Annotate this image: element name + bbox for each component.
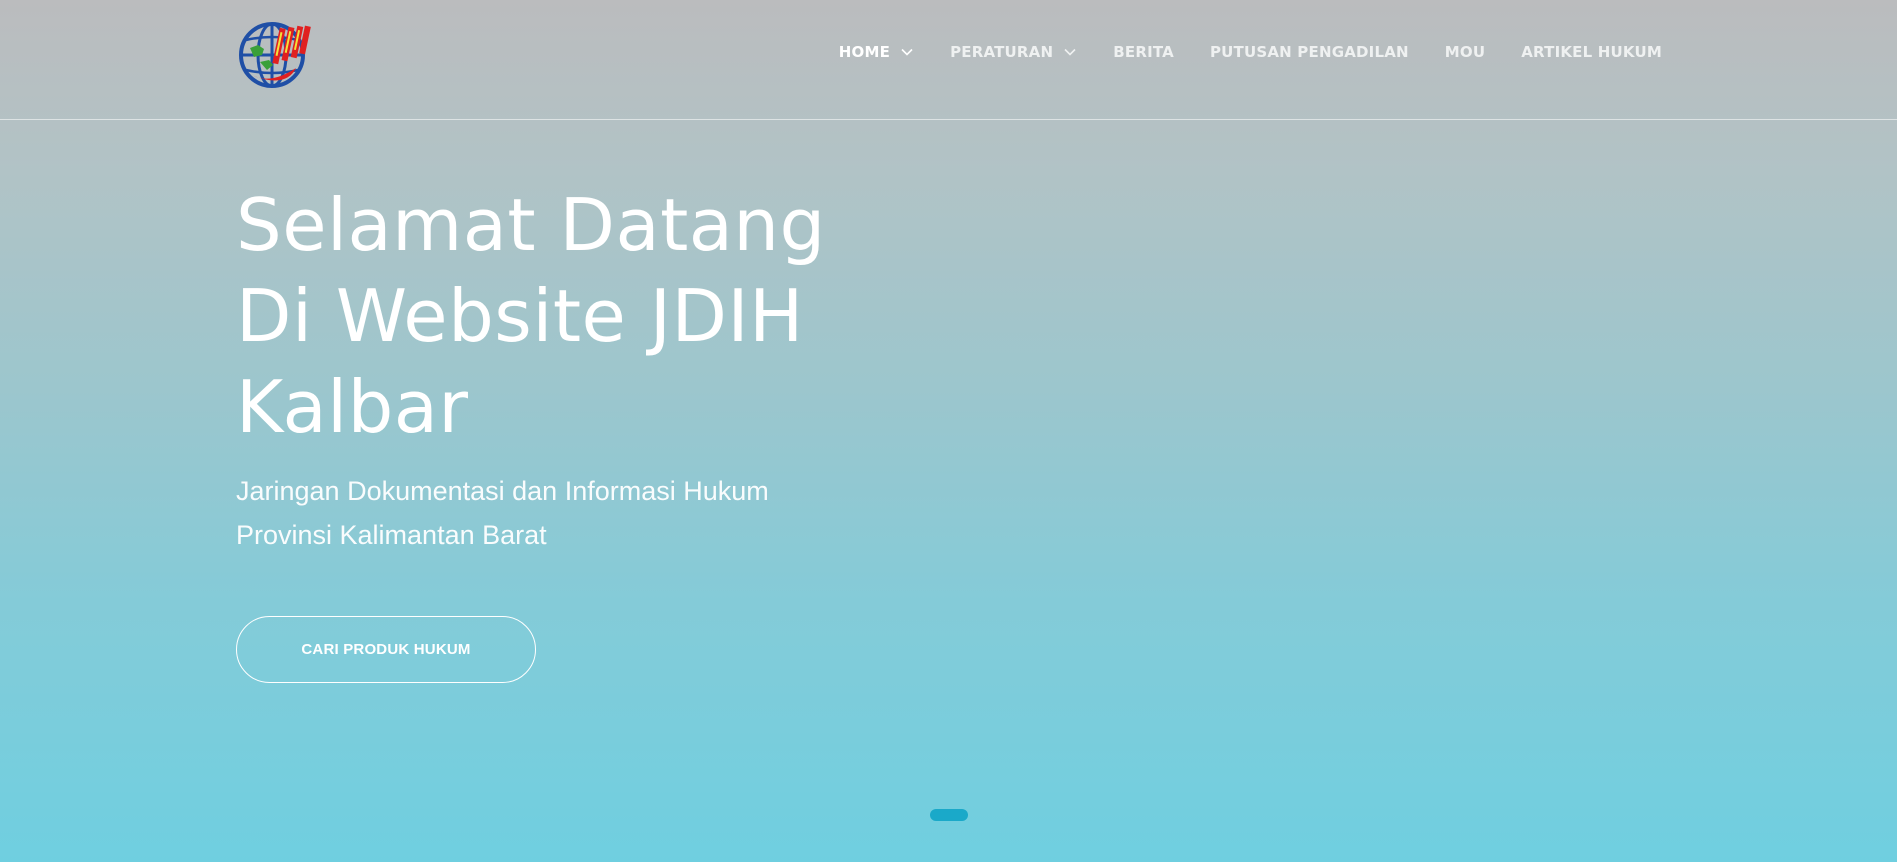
- hero-subtitle-line: Provinsi Kalimantan Barat: [236, 520, 547, 550]
- nav-peraturan-label: PERATURAN: [950, 43, 1054, 61]
- search-legal-products-button[interactable]: CARI PRODUK HUKUM: [236, 616, 536, 683]
- nav-mou-label: MOU: [1444, 43, 1486, 61]
- top-navbar: HOME PERATURAN BERITA PUTUSAN PENGADILAN…: [0, 0, 1897, 120]
- chevron-down-icon: [901, 48, 913, 56]
- main-nav: HOME PERATURAN BERITA PUTUSAN PENGADILAN…: [803, 38, 1662, 66]
- nav-home-label: HOME: [838, 43, 891, 61]
- nav-berita[interactable]: BERITA: [1113, 38, 1174, 66]
- nav-artikel-hukum-label: ARTIKEL HUKUM: [1521, 43, 1662, 61]
- nav-mou[interactable]: MOU: [1445, 38, 1485, 66]
- carousel-dot-active[interactable]: [930, 809, 968, 821]
- chevron-down-icon: [1064, 48, 1076, 56]
- carousel-indicators: [930, 809, 968, 821]
- hero-subtitle: Jaringan Dokumentasi dan Informasi Hukum…: [236, 469, 936, 557]
- hero-section: Selamat Datang Di Website JDIH Kalbar Ja…: [236, 180, 936, 557]
- hero-title-line: Selamat Datang: [236, 183, 826, 267]
- nav-putusan-pengadilan-label: PUTUSAN PENGADILAN: [1209, 43, 1409, 61]
- nav-peraturan[interactable]: PERATURAN: [950, 38, 1077, 66]
- nav-home[interactable]: HOME: [839, 38, 914, 66]
- nav-artikel-hukum[interactable]: ARTIKEL HUKUM: [1521, 38, 1662, 66]
- hero-title: Selamat Datang Di Website JDIH Kalbar: [236, 180, 936, 453]
- globe-logo-icon: [239, 22, 311, 88]
- hero-subtitle-line: Jaringan Dokumentasi dan Informasi Hukum: [236, 476, 769, 506]
- hero-title-line: Kalbar: [236, 365, 469, 449]
- jdih-logo[interactable]: [236, 18, 312, 90]
- hero-title-line: Di Website JDIH: [236, 274, 804, 358]
- nav-putusan-pengadilan[interactable]: PUTUSAN PENGADILAN: [1210, 38, 1409, 66]
- nav-berita-label: BERITA: [1113, 43, 1174, 61]
